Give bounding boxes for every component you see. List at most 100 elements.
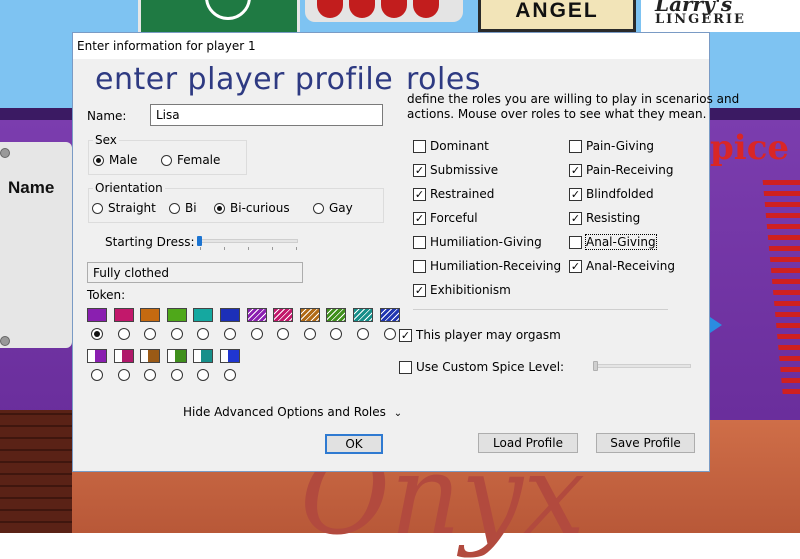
double-chevron-up-icon: ⌄ [393, 408, 403, 419]
checkbox-icon [569, 235, 582, 249]
load-profile-button[interactable]: Load Profile [478, 433, 578, 453]
role-checkbox-resisting[interactable]: ✓ Resisting [569, 211, 640, 225]
orientation-radio-gay[interactable]: Gay [313, 201, 353, 215]
role-checkbox-exhibitionism[interactable]: ✓ Exhibitionism [413, 283, 511, 297]
orientation-radio-straight[interactable]: Straight [92, 201, 156, 215]
token-swatch [299, 308, 320, 322]
token-swatch [166, 349, 187, 363]
role-checkbox-dominant[interactable]: Dominant [413, 139, 489, 153]
starting-dress-slider-thumb[interactable] [197, 236, 202, 246]
token-radio[interactable] [224, 328, 236, 340]
checkbox-checked-icon: ✓ [569, 211, 582, 225]
token-radio[interactable] [117, 369, 130, 381]
role-checkbox-blindfolded[interactable]: ✓ Blindfolded [569, 187, 654, 201]
token-swatch [113, 308, 134, 322]
checkbox-icon [413, 235, 426, 249]
token-swatch [193, 349, 214, 363]
token-radio[interactable] [197, 328, 210, 340]
token-radio[interactable] [250, 328, 263, 340]
dress-value-field: Fully clothed [87, 262, 303, 283]
token-radio[interactable] [224, 369, 236, 381]
checkbox-icon [413, 259, 426, 273]
role-checkbox-pain-giving[interactable]: Pain-Giving [569, 139, 654, 153]
token-radio[interactable] [144, 328, 157, 340]
token-radio[interactable] [303, 328, 316, 340]
stadium-sign [138, 0, 300, 36]
token-swatch [87, 349, 107, 363]
token-swatch [379, 308, 400, 322]
token-radio[interactable] [117, 328, 130, 340]
token-radio[interactable] [277, 328, 290, 340]
checkbox-checked-icon: ✓ [569, 163, 582, 177]
arrow-icon [710, 317, 722, 333]
orientation-radio-bi-curious[interactable]: Bi-curious [214, 201, 290, 215]
orientation-legend: Orientation [93, 181, 165, 195]
custom-spice-slider[interactable] [593, 364, 691, 368]
profile-heading: enter player profile [95, 62, 394, 97]
name-label: Name: [87, 109, 127, 123]
radio-icon [169, 202, 180, 214]
token-swatch [87, 308, 107, 322]
sex-legend: Sex [93, 133, 119, 147]
token-swatch [166, 308, 187, 322]
role-checkbox-pain-receiving[interactable]: ✓ Pain-Receiving [569, 163, 673, 177]
token-radio[interactable] [91, 369, 103, 381]
dialog-title: Enter information for player 1 [73, 33, 709, 59]
token-radio[interactable] [170, 328, 183, 340]
angel-sign: ANGEL [478, 0, 636, 32]
player-profile-dialog: Enter information for player 1 enter pla… [72, 32, 739, 472]
token-radio[interactable] [197, 369, 210, 381]
checkbox-checked-icon: ✓ [569, 259, 582, 273]
token-radio[interactable] [144, 369, 157, 381]
token-swatch [273, 308, 294, 322]
starting-dress-label: Starting Dress: [105, 235, 195, 249]
radio-icon [92, 202, 103, 214]
checkbox-checked-icon: ✓ [413, 283, 426, 297]
checkbox-checked-icon: ✓ [569, 187, 582, 201]
token-swatch [193, 308, 214, 322]
token-label: Token: [87, 288, 126, 302]
roles-description-line2: actions. Mouse over roles to see what th… [407, 107, 707, 121]
token-swatch [246, 308, 267, 322]
token-radio[interactable] [357, 328, 369, 340]
checkbox-checked-icon: ✓ [413, 187, 426, 201]
checkbox-icon [413, 139, 426, 153]
radio-selected-icon [214, 202, 225, 214]
ok-button[interactable]: OK [325, 434, 383, 454]
starting-dress-slider[interactable] [197, 239, 298, 243]
may-orgasm-checkbox[interactable]: ✓ This player may orgasm [399, 328, 561, 342]
custom-spice-slider-thumb[interactable] [593, 361, 598, 371]
token-radio[interactable] [383, 328, 396, 340]
token-radio[interactable] [330, 328, 343, 340]
token-swatch [113, 349, 134, 363]
checkbox-icon: ✓ [399, 328, 412, 342]
save-profile-button[interactable]: Save Profile [596, 433, 695, 453]
motel-sign [305, 0, 463, 22]
token-radio[interactable] [91, 328, 103, 340]
role-checkbox-forceful[interactable]: ✓ Forceful [413, 211, 478, 225]
brick-wall [0, 410, 72, 533]
radio-icon [161, 154, 172, 166]
sex-radio-male[interactable]: Male [93, 153, 137, 167]
orientation-radio-bi[interactable]: Bi [169, 201, 197, 215]
hide-advanced-link[interactable]: Hide Advanced Options and Roles ⌄ [183, 405, 402, 419]
checkbox-checked-icon: ✓ [413, 163, 426, 177]
token-swatch [353, 308, 373, 322]
role-checkbox-anal-giving[interactable]: Anal-Giving [569, 234, 657, 250]
token-swatch [140, 308, 161, 322]
role-checkbox-humiliation-giving[interactable]: Humiliation-Giving [413, 235, 542, 249]
role-checkbox-submissive[interactable]: ✓ Submissive [413, 163, 498, 177]
role-checkbox-restrained[interactable]: ✓ Restrained [413, 187, 494, 201]
name-input[interactable]: Lisa [150, 104, 383, 126]
token-swatch [220, 349, 240, 363]
token-swatch [140, 349, 161, 363]
radio-selected-icon [93, 154, 104, 166]
sex-radio-female[interactable]: Female [161, 153, 220, 167]
token-radio[interactable] [170, 369, 183, 381]
lingerie-sign: Larry's LINGERIE [641, 0, 800, 32]
custom-spice-checkbox[interactable]: Use Custom Spice Level: [399, 360, 564, 374]
role-checkbox-anal-receiving[interactable]: ✓ Anal-Receiving [569, 259, 675, 273]
role-checkbox-humiliation-receiving[interactable]: Humiliation-Receiving [413, 259, 561, 273]
roles-separator [413, 309, 668, 310]
checkbox-checked-icon: ✓ [413, 211, 426, 225]
